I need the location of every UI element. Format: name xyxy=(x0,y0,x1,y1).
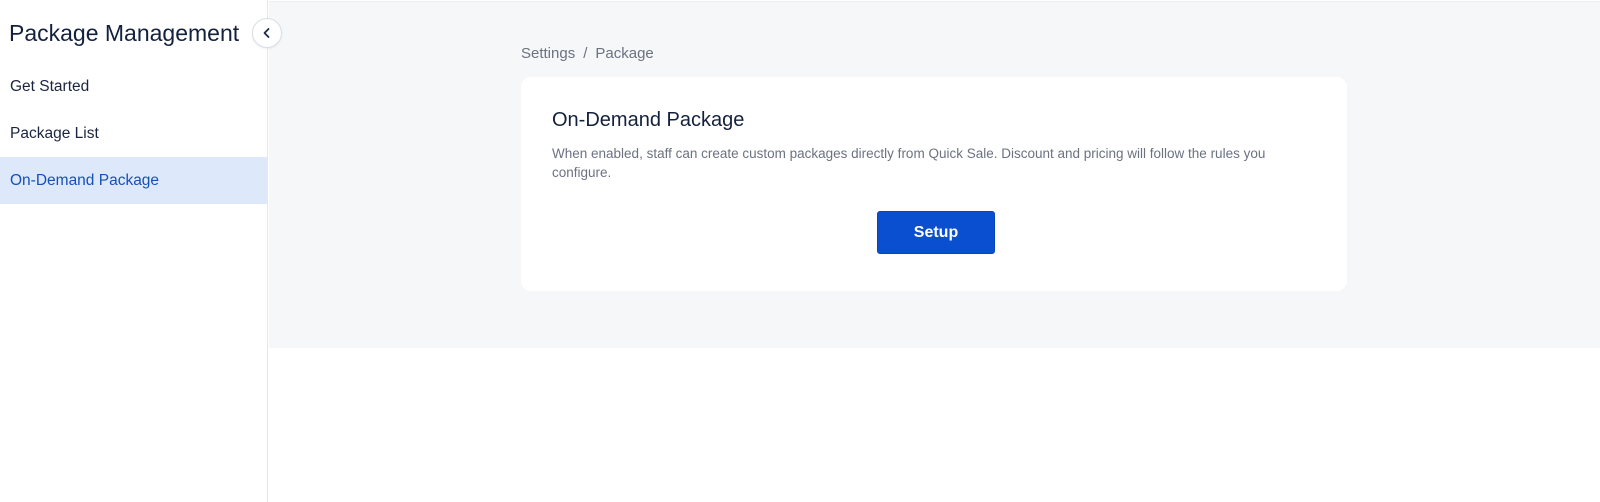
breadcrumb-separator: / xyxy=(583,45,588,62)
breadcrumb-item-package: Package xyxy=(595,45,654,62)
collapse-sidebar-button[interactable] xyxy=(252,18,282,48)
sidebar-item-label: Package List xyxy=(10,124,99,142)
chevron-left-icon xyxy=(261,27,273,39)
sidebar-item-on-demand-package[interactable]: On-Demand Package xyxy=(0,157,268,204)
card-title: On-Demand Package xyxy=(552,109,745,131)
breadcrumb: Settings / Package xyxy=(521,45,654,62)
main-content: Settings / Package On-Demand Package Whe… xyxy=(269,1,1600,348)
sidebar-title: Package Management xyxy=(9,20,240,46)
sidebar-nav: Get Started Package List On-Demand Packa… xyxy=(0,63,268,204)
sidebar-item-get-started[interactable]: Get Started xyxy=(0,63,268,110)
sidebar-item-package-list[interactable]: Package List xyxy=(0,110,268,157)
sidebar-item-label: Get Started xyxy=(10,77,90,95)
card-description: When enabled, staff can create custom pa… xyxy=(552,146,1266,180)
setup-button[interactable]: Setup xyxy=(877,211,995,254)
on-demand-package-card: On-Demand Package When enabled, staff ca… xyxy=(521,77,1347,291)
sidebar: Package Management Get Started Package L… xyxy=(0,0,268,502)
app-window: Package Management Get Started Package L… xyxy=(0,0,1600,502)
breadcrumb-item-settings[interactable]: Settings xyxy=(521,45,575,62)
sidebar-item-label: On-Demand Package xyxy=(10,171,160,189)
